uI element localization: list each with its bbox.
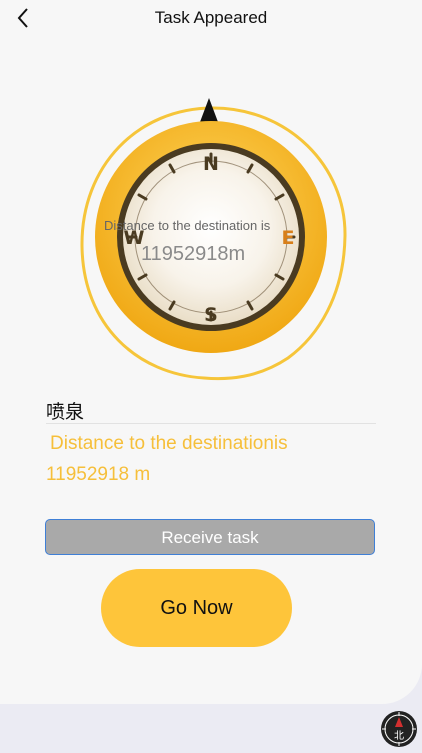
destination-name: 喷泉: [46, 402, 85, 423]
destination-distance-label: Distance to the destinationis: [50, 433, 288, 454]
receive-task-button[interactable]: Receive task: [45, 519, 375, 555]
compass-east-label: E: [282, 227, 295, 249]
mini-compass-label: 北: [394, 730, 404, 742]
page-title: Task Appeared: [154, 8, 268, 27]
compass-icon: 北: [381, 711, 417, 747]
compass-north-label: N: [203, 153, 219, 175]
north-pointer-icon: [200, 98, 218, 122]
destination-distance-value: 11952918 m: [46, 464, 151, 485]
mini-compass-button[interactable]: 北: [380, 710, 418, 748]
compass-distance-value: 11952918m: [141, 243, 246, 265]
compass: N E S W: [78, 96, 348, 386]
nav-bar: Task Appeared: [0, 0, 422, 36]
compass-south-label: S: [204, 304, 218, 326]
compass-graphic: N E S W: [80, 98, 347, 381]
bottom-bar: [0, 704, 422, 750]
divider: [46, 423, 376, 424]
go-now-button[interactable]: Go Now: [101, 569, 292, 647]
compass-face: [123, 149, 299, 325]
compass-distance-label: Distance to the destination is: [104, 218, 271, 233]
